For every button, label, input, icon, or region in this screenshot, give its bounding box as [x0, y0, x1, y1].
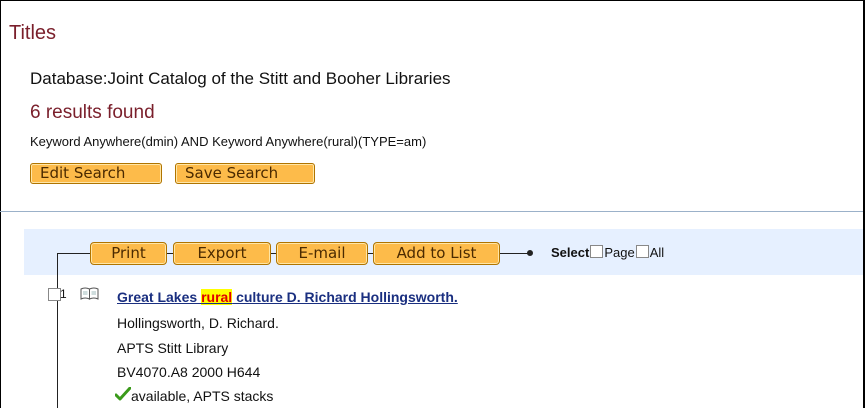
- select-page-checkbox[interactable]: [590, 245, 604, 258]
- connector-line: [500, 253, 528, 254]
- connector-dot: [527, 250, 533, 256]
- edit-search-button[interactable]: Edit Search: [30, 163, 162, 184]
- database-name: Joint Catalog of the Stitt and Booher Li…: [107, 69, 451, 88]
- result-availability: available, APTS stacks: [131, 388, 274, 404]
- save-search-button[interactable]: Save Search: [175, 163, 315, 184]
- tree-line: [57, 253, 58, 408]
- title-text: culture D. Richard Hollingsworth.: [232, 289, 458, 305]
- result-number: 1: [60, 287, 67, 301]
- result-library: APTS Stitt Library: [117, 340, 229, 356]
- highlighted-term: rural: [201, 289, 233, 305]
- email-button[interactable]: E-mail: [276, 242, 368, 265]
- select-controls: Select Page All: [551, 245, 664, 260]
- select-label: Select: [551, 245, 590, 260]
- divider: [0, 211, 863, 212]
- select-all-label: All: [649, 245, 665, 260]
- page-title: Titles: [9, 22, 57, 44]
- database-label: Database:: [30, 69, 108, 88]
- book-icon: [80, 287, 99, 300]
- search-query: Keyword Anywhere(dmin) AND Keyword Anywh…: [30, 134, 427, 149]
- export-button[interactable]: Export: [173, 242, 271, 265]
- result-call-number: BV4070.A8 2000 H644: [117, 364, 261, 380]
- tree-line: [57, 253, 90, 254]
- select-all-checkbox[interactable]: [635, 245, 649, 258]
- result-author: Hollingsworth, D. Richard.: [117, 315, 279, 331]
- add-to-list-button[interactable]: Add to List: [373, 242, 500, 265]
- print-button[interactable]: Print: [90, 242, 167, 265]
- database-line: Database:Joint Catalog of the Stitt and …: [30, 69, 451, 89]
- check-icon: [115, 387, 131, 401]
- title-text: Great Lakes: [117, 289, 202, 305]
- result-title-link[interactable]: Great Lakes rural culture D. Richard Hol…: [117, 289, 458, 305]
- results-summary: 6 results found: [30, 102, 155, 123]
- select-page-label: Page: [604, 245, 635, 260]
